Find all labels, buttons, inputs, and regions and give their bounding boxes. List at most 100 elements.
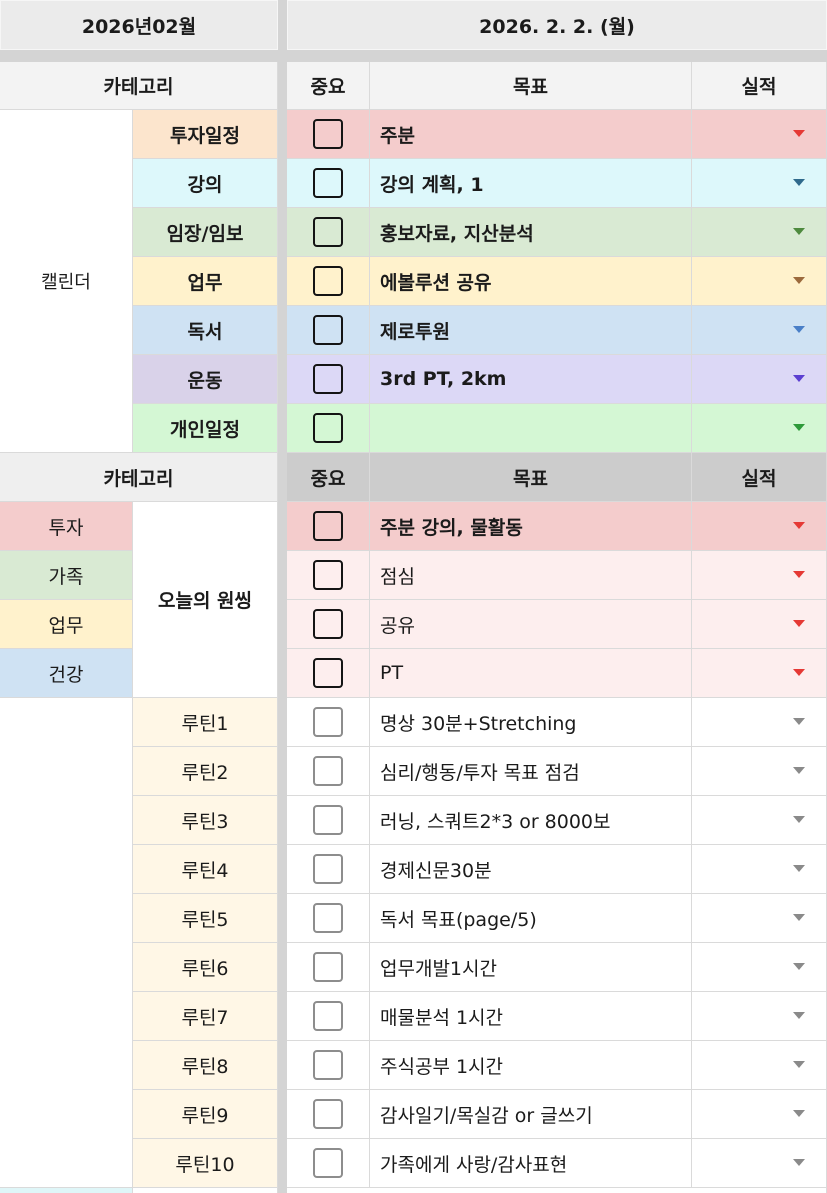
result-dropdown[interactable] [692, 992, 827, 1041]
routine-goal-cell[interactable]: 경제신문30분 [370, 845, 692, 894]
importance-checkbox[interactable] [313, 413, 343, 443]
one-thing-goal-cell[interactable]: 공유 [370, 600, 692, 649]
next-row-cell[interactable] [0, 1188, 133, 1193]
result-dropdown[interactable] [692, 208, 827, 257]
importance-cell [287, 845, 370, 894]
importance-checkbox[interactable] [313, 658, 343, 688]
routine-goal-cell[interactable]: 독서 목표(page/5) [370, 894, 692, 943]
result-dropdown[interactable] [692, 1041, 827, 1090]
calendar-importance-header: 중요 [287, 62, 370, 110]
month-title-cell[interactable]: 2026년02월 [0, 0, 278, 50]
importance-checkbox[interactable] [313, 217, 343, 247]
calendar-goal-cell[interactable] [370, 404, 692, 453]
result-dropdown[interactable] [692, 257, 827, 306]
dropdown-arrow-icon[interactable] [793, 914, 805, 922]
result-dropdown[interactable] [692, 551, 827, 600]
result-dropdown[interactable] [692, 698, 827, 747]
result-dropdown[interactable] [692, 943, 827, 992]
dropdown-arrow-icon[interactable] [793, 767, 805, 775]
importance-checkbox[interactable] [313, 609, 343, 639]
routine-goal-cell[interactable]: 가족에게 사랑/감사표현 [370, 1139, 692, 1188]
routine-blank-cell[interactable] [0, 698, 133, 1188]
one-thing-area-cell: 업무 [0, 600, 133, 649]
importance-checkbox[interactable] [313, 560, 343, 590]
routine-goal-cell[interactable]: 심리/행동/투자 목표 점검 [370, 747, 692, 796]
importance-checkbox[interactable] [313, 1050, 343, 1080]
importance-checkbox[interactable] [313, 756, 343, 786]
routine-goal-cell[interactable]: 매물분석 1시간 [370, 992, 692, 1041]
importance-checkbox[interactable] [313, 805, 343, 835]
importance-checkbox[interactable] [313, 1099, 343, 1129]
dropdown-arrow-icon[interactable] [793, 424, 805, 432]
routine-goal-cell[interactable]: 업무개발1시간 [370, 943, 692, 992]
importance-cell [287, 649, 370, 698]
dropdown-arrow-icon[interactable] [793, 1159, 805, 1167]
dropdown-arrow-icon[interactable] [793, 130, 805, 138]
dropdown-arrow-icon[interactable] [793, 228, 805, 236]
result-dropdown[interactable] [692, 404, 827, 453]
dropdown-arrow-icon[interactable] [793, 620, 805, 628]
dropdown-arrow-icon[interactable] [793, 326, 805, 334]
importance-checkbox[interactable] [313, 1148, 343, 1178]
one-thing-goal-cell[interactable]: PT [370, 649, 692, 698]
dropdown-arrow-icon[interactable] [793, 375, 805, 383]
importance-checkbox[interactable] [313, 952, 343, 982]
routine-goal-cell[interactable]: 감사일기/목실감 or 글쓰기 [370, 1090, 692, 1139]
one-thing-goal-cell[interactable]: 점심 [370, 551, 692, 600]
dropdown-arrow-icon[interactable] [793, 1110, 805, 1118]
routine-goal-cell[interactable]: 주식공부 1시간 [370, 1041, 692, 1090]
result-dropdown[interactable] [692, 894, 827, 943]
routine-goal-text: 매물분석 1시간 [380, 1006, 504, 1029]
routine-goal-cell[interactable]: 명상 30분+Stretching [370, 698, 692, 747]
importance-checkbox[interactable] [313, 364, 343, 394]
one-thing-goal-cell[interactable]: 주분 강의, 물활동 [370, 502, 692, 551]
result-dropdown[interactable] [692, 649, 827, 698]
calendar-goal-cell[interactable]: 주분 [370, 110, 692, 159]
calendar-goal-cell[interactable]: 3rd PT, 2km [370, 355, 692, 404]
importance-checkbox[interactable] [313, 266, 343, 296]
calendar-goal-cell[interactable]: 강의 계획, 1 [370, 159, 692, 208]
dropdown-arrow-icon[interactable] [793, 571, 805, 579]
dropdown-arrow-icon[interactable] [793, 522, 805, 530]
result-dropdown[interactable] [692, 159, 827, 208]
next-row-cell[interactable] [133, 1188, 278, 1193]
result-dropdown[interactable] [692, 110, 827, 159]
result-dropdown[interactable] [692, 600, 827, 649]
result-dropdown[interactable] [692, 1139, 827, 1188]
calendar-goal-cell[interactable]: 에볼루션 공유 [370, 257, 692, 306]
dropdown-arrow-icon[interactable] [793, 277, 805, 285]
result-dropdown[interactable] [692, 845, 827, 894]
result-dropdown[interactable] [692, 502, 827, 551]
next-row-cell[interactable] [287, 1188, 827, 1193]
routine-goal-text: 명상 30분+Stretching [380, 712, 577, 735]
importance-checkbox[interactable] [313, 315, 343, 345]
importance-checkbox[interactable] [313, 119, 343, 149]
importance-checkbox[interactable] [313, 1001, 343, 1031]
dropdown-arrow-icon[interactable] [793, 865, 805, 873]
importance-cell [287, 796, 370, 845]
result-dropdown[interactable] [692, 1090, 827, 1139]
calendar-goal-cell[interactable]: 제로투원 [370, 306, 692, 355]
dropdown-arrow-icon[interactable] [793, 1012, 805, 1020]
routine-label-cell: 루틴5 [133, 894, 278, 943]
importance-checkbox[interactable] [313, 854, 343, 884]
dropdown-arrow-icon[interactable] [793, 816, 805, 824]
calendar-goal-cell[interactable]: 홍보자료, 지산분석 [370, 208, 692, 257]
dropdown-arrow-icon[interactable] [793, 179, 805, 187]
importance-checkbox[interactable] [313, 511, 343, 541]
importance-checkbox[interactable] [313, 903, 343, 933]
dropdown-arrow-icon[interactable] [793, 718, 805, 726]
dropdown-arrow-icon[interactable] [793, 963, 805, 971]
result-dropdown[interactable] [692, 306, 827, 355]
date-title-cell[interactable]: 2026. 2. 2. (월) [287, 0, 827, 50]
importance-checkbox[interactable] [313, 707, 343, 737]
dropdown-arrow-icon[interactable] [793, 1061, 805, 1069]
result-dropdown[interactable] [692, 747, 827, 796]
importance-checkbox[interactable] [313, 168, 343, 198]
one-thing-area-cell: 가족 [0, 551, 133, 600]
routine-goal-cell[interactable]: 러닝, 스쿼트2*3 or 8000보 [370, 796, 692, 845]
dropdown-arrow-icon[interactable] [793, 669, 805, 677]
result-dropdown[interactable] [692, 796, 827, 845]
category-header-label: 카테고리 [103, 76, 174, 98]
result-dropdown[interactable] [692, 355, 827, 404]
